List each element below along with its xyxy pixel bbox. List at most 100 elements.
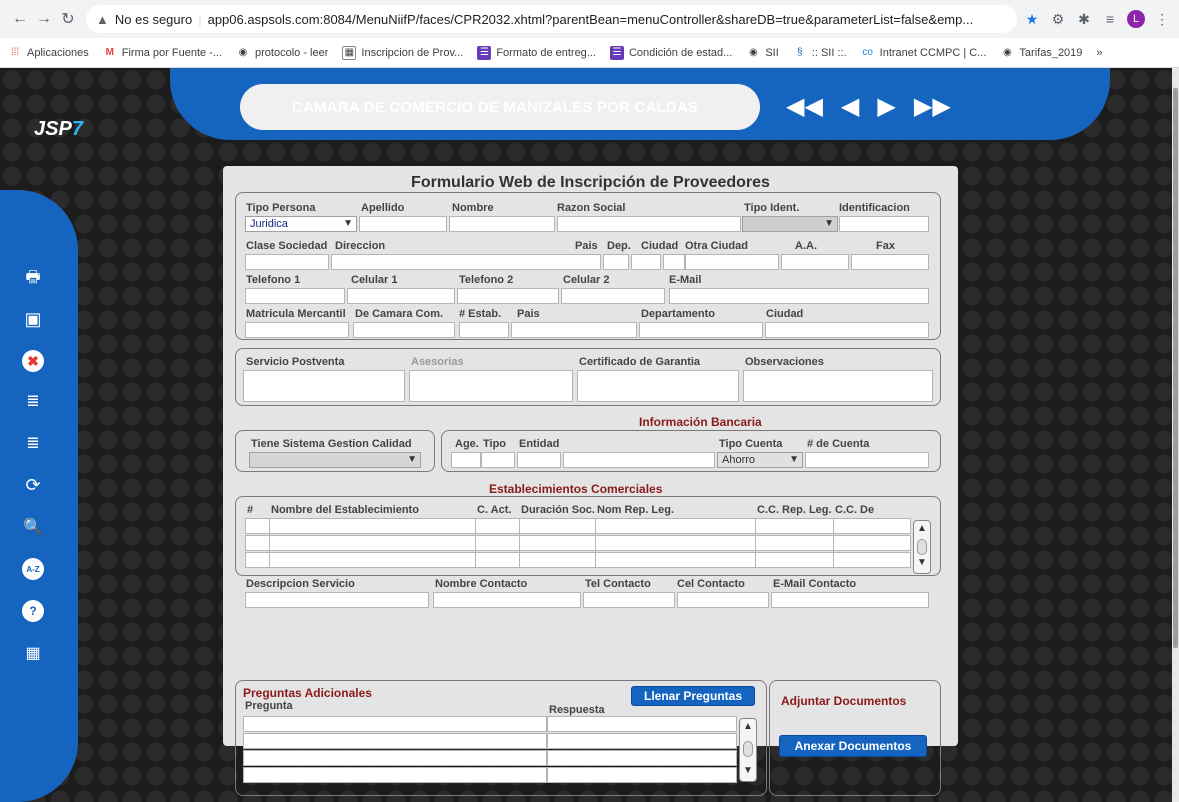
departamento-field[interactable]	[639, 322, 763, 338]
next-record-icon[interactable]: ▶	[877, 92, 895, 121]
question-row[interactable]	[243, 733, 547, 749]
certificado-textarea[interactable]	[577, 370, 739, 402]
table-row[interactable]	[245, 535, 911, 551]
search-document-icon[interactable]: 🔍	[22, 516, 44, 538]
answer-row[interactable]	[547, 733, 737, 749]
bookmark-protocolo[interactable]: ◉ protocolo - leer	[236, 46, 329, 60]
asesorias-textarea[interactable]	[409, 370, 573, 402]
telefono2-field[interactable]	[457, 288, 559, 304]
bookmark-condicion[interactable]: ☰ Condición de estad...	[609, 45, 732, 60]
last-record-icon[interactable]: ▶▶	[914, 92, 951, 121]
ciudad-field[interactable]	[663, 254, 685, 270]
help-icon[interactable]: ?	[22, 600, 44, 622]
clase-sociedad-field[interactable]	[245, 254, 329, 270]
bookmarks-more[interactable]: »	[1096, 47, 1102, 59]
matricula-field[interactable]	[245, 322, 349, 338]
fill-questions-button[interactable]: Llenar Preguntas	[631, 686, 755, 706]
scroll-down-icon[interactable]: ▼	[740, 765, 756, 779]
chevron-down-icon: ▼	[824, 218, 834, 229]
scroll-up-icon[interactable]: ▲	[914, 523, 930, 537]
scroll-up-icon[interactable]: ▲	[740, 721, 756, 735]
apellido-field[interactable]	[359, 216, 447, 232]
menu-icon[interactable]: ⋮	[1153, 10, 1171, 28]
save-icon[interactable]: ▣	[22, 308, 44, 330]
sort-az-icon[interactable]: A-Z	[22, 558, 44, 580]
question-row[interactable]	[243, 767, 547, 783]
page-scroll-thumb[interactable]	[1173, 88, 1178, 648]
scroll-thumb[interactable]	[743, 741, 753, 757]
direccion-field[interactable]	[331, 254, 601, 270]
cel-contacto-field[interactable]	[677, 592, 769, 608]
bookmark-formato[interactable]: ☰ Formato de entreg...	[477, 45, 596, 60]
extension-icon[interactable]: ⚙	[1049, 10, 1067, 28]
celular2-field[interactable]	[561, 288, 665, 304]
nombre-field[interactable]	[449, 216, 555, 232]
aa-field[interactable]	[781, 254, 849, 270]
profile-avatar[interactable]: L	[1127, 10, 1145, 28]
bookmark-sii[interactable]: ◉ SII	[746, 46, 779, 60]
forward-icon[interactable]: →	[32, 7, 56, 31]
num-cuenta-field[interactable]	[805, 452, 929, 468]
tipo-ident-select[interactable]: ▼	[742, 216, 838, 232]
establishments-scroll[interactable]: ▲ ▼	[913, 520, 931, 574]
descripcion-servicio-field[interactable]	[245, 592, 429, 608]
email-field[interactable]	[669, 288, 929, 304]
calidad-select[interactable]: ▼	[249, 452, 421, 468]
ciudad-matricula-field[interactable]	[765, 322, 929, 338]
bookmark-sii-2[interactable]: §:: SII ::.	[793, 46, 847, 60]
scroll-thumb[interactable]	[917, 539, 927, 555]
cancel-icon[interactable]: ✖	[22, 350, 44, 372]
tipo-field[interactable]	[481, 452, 515, 468]
question-row[interactable]	[243, 716, 547, 732]
excel-icon[interactable]: ▦	[22, 642, 44, 664]
de-camara-field[interactable]	[353, 322, 455, 338]
nombre-contacto-field[interactable]	[433, 592, 581, 608]
telefono1-field[interactable]	[245, 288, 345, 304]
back-icon[interactable]: ←	[8, 7, 32, 31]
bookmark-inscripcion[interactable]: ▦ Inscripcion de Prov...	[342, 45, 463, 60]
previous-record-icon[interactable]: ◀	[841, 92, 859, 121]
observaciones-textarea[interactable]	[743, 370, 933, 402]
celular1-field[interactable]	[347, 288, 455, 304]
tipo-cuenta-select[interactable]: Ahorro ▼	[717, 452, 803, 468]
first-record-icon[interactable]: ◀◀	[786, 92, 823, 121]
refresh-icon[interactable]: ⟳	[22, 474, 44, 496]
otra-ciudad-field[interactable]	[685, 254, 779, 270]
add-database-icon[interactable]: ≣	[22, 390, 44, 412]
entidad-name-field[interactable]	[563, 452, 715, 468]
answer-row[interactable]	[547, 716, 737, 732]
pais-matricula-field[interactable]	[511, 322, 637, 338]
question-row[interactable]	[243, 750, 547, 766]
address-bar[interactable]: ▲ No es seguro | app06.aspsols.com:8084/…	[86, 5, 1017, 33]
num-estab-field[interactable]	[459, 322, 509, 338]
answer-row[interactable]	[547, 767, 737, 783]
tel-contacto-field[interactable]	[583, 592, 675, 608]
print-icon[interactable]: 🖶	[22, 268, 44, 290]
table-row[interactable]	[245, 518, 911, 534]
puzzle-icon[interactable]: ✱	[1075, 10, 1093, 28]
bookmark-tarifas[interactable]: ◉ Tarifas_2019	[1000, 46, 1082, 60]
reading-list-icon[interactable]: ≡	[1101, 10, 1119, 28]
tipo-persona-select[interactable]: Juridica ▼	[245, 216, 357, 232]
bookmark-star-icon[interactable]: ★	[1023, 10, 1041, 28]
bookmark-intranet[interactable]: co Intranet CCMPC | C...	[861, 46, 986, 60]
pais-field[interactable]	[603, 254, 629, 270]
reload-icon[interactable]: ↻	[56, 7, 80, 31]
attach-documents-button[interactable]: Anexar Documentos	[779, 735, 927, 757]
postventa-textarea[interactable]	[243, 370, 405, 402]
remove-database-icon[interactable]: ≣	[22, 432, 44, 454]
fax-field[interactable]	[851, 254, 929, 270]
questions-scroll[interactable]: ▲ ▼	[739, 718, 757, 782]
page-scrollbar[interactable]	[1172, 68, 1179, 802]
email-contacto-field[interactable]	[771, 592, 929, 608]
razon-social-field[interactable]	[557, 216, 741, 232]
identificacion-field[interactable]	[839, 216, 929, 232]
answer-row[interactable]	[547, 750, 737, 766]
scroll-down-icon[interactable]: ▼	[914, 557, 930, 571]
age-field[interactable]	[451, 452, 481, 468]
bookmark-gmail[interactable]: M Firma por Fuente -...	[103, 46, 222, 60]
entidad-field[interactable]	[517, 452, 561, 468]
bookmark-apps[interactable]: ⁞⁞⁞ Aplicaciones	[8, 46, 89, 60]
dep-field[interactable]	[631, 254, 661, 270]
table-row[interactable]	[245, 552, 911, 568]
